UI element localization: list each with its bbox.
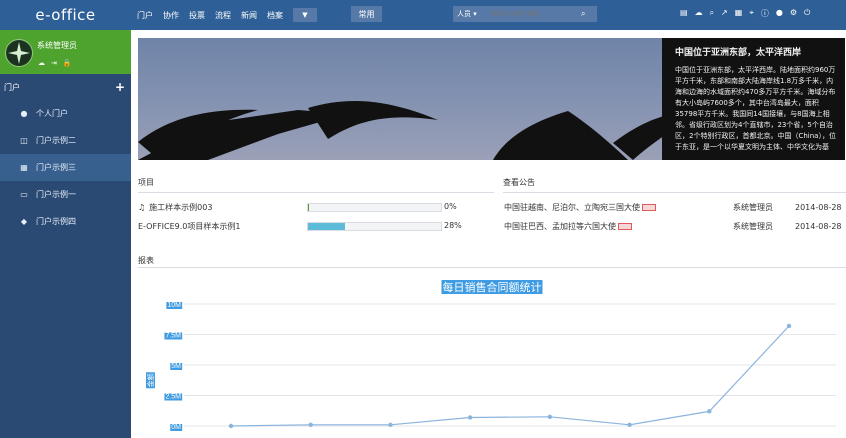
logo: e-office	[0, 0, 131, 30]
chart-title: 每日销售合同额统计	[443, 280, 542, 294]
add-icon[interactable]: +	[115, 80, 125, 94]
project-name: 施工样本示例003	[149, 202, 213, 212]
top-navigation-bar: 门户 协作 投票 流程 新闻 档案 ▼ 常用 人员 ▾ ⌕ ▤ ☁ ⌕ ↗ ▦ …	[131, 0, 846, 30]
data-point[interactable]	[228, 423, 234, 429]
monitor-icon: ▭	[20, 190, 28, 199]
menu-item-collaboration[interactable]: 协作	[163, 10, 179, 21]
notice-title: 中国驻巴西、孟加拉等六国大使	[504, 221, 616, 231]
sales-series-line	[230, 325, 790, 427]
new-badge-icon	[618, 222, 632, 230]
sidebar-item-label: 门户示例二	[36, 136, 76, 145]
sidebar: e-office 系统管理员 ☁ ⇥ 🔒 门户 + ● 个人门户 ◫ 门户示例二…	[0, 0, 131, 438]
notice-title: 中国驻越南、尼泊尔、立陶宛三国大使	[504, 202, 640, 212]
logout-icon[interactable]: ⇥	[51, 59, 57, 67]
search-box: 人员 ▾ ⌕	[453, 6, 597, 22]
menu-item-voting[interactable]: 投票	[189, 10, 205, 21]
y-tick-label: 7.5M	[165, 333, 181, 340]
top-menu: 门户 协作 投票 流程 新闻 档案 ▼	[137, 0, 317, 30]
notice-date: 2014-08-28	[795, 221, 842, 231]
banner[interactable]: 中国位于亚洲东部，太平洋西岸 中国位于亚洲东部，太平洋西岸。陆地面积约960万平…	[138, 38, 845, 160]
usual-button[interactable]: 常用	[351, 6, 382, 22]
bell-icon: ♫	[138, 202, 146, 212]
y-tick-label: 0M	[171, 424, 181, 431]
user-panel: 系统管理员 ☁ ⇥ 🔒	[0, 30, 131, 74]
search-input[interactable]	[491, 7, 581, 21]
sales-line-chart: 每日销售合同额统计 0M 2.5M 5M 7.5M 10M 金额	[146, 280, 836, 431]
notice-row[interactable]: 中国驻越南、尼泊尔、立陶宛三国大使 系统管理员 2014-08-28	[504, 199, 846, 215]
sidebar-item-personal-portal[interactable]: ● 个人门户	[0, 100, 131, 127]
projects-divider	[138, 192, 494, 193]
user-icons: ☁ ⇥ 🔒	[38, 59, 72, 67]
data-point[interactable]	[627, 422, 632, 427]
menu-item-portal[interactable]: 门户	[137, 10, 153, 21]
new-badge-icon	[642, 203, 656, 211]
settings-icon[interactable]: ⚙	[790, 8, 797, 19]
search-tool-icon[interactable]: ⌕	[710, 8, 714, 19]
notice-author: 系统管理员	[733, 221, 773, 231]
sidebar-item-portal-example-2[interactable]: ◫ 门户示例二	[0, 127, 131, 154]
avatar[interactable]	[5, 39, 33, 67]
portal-section-label: 门户	[4, 82, 20, 92]
data-point[interactable]	[786, 323, 792, 329]
power-icon[interactable]: ⏻	[804, 8, 810, 19]
calendar-icon[interactable]: ▦	[735, 8, 743, 19]
chevron-down-icon: ▼	[302, 11, 308, 19]
user-icon[interactable]: ●	[776, 8, 783, 19]
y-tick-label: 5M	[171, 363, 181, 370]
notices-divider	[503, 192, 846, 193]
y-axis-label: 金额	[146, 373, 155, 387]
more-menu-dropdown[interactable]: ▼	[293, 8, 317, 22]
document-icon[interactable]: ▤	[680, 8, 688, 19]
lock-icon[interactable]: 🔒	[63, 59, 72, 67]
data-point[interactable]	[547, 414, 553, 420]
data-point[interactable]	[707, 409, 712, 414]
portal-section-header: 门户 +	[0, 74, 131, 100]
user-name: 系统管理员	[37, 41, 77, 50]
project-name: E-OFFICE9.0项目样本示例1	[138, 221, 241, 231]
notice-author: 系统管理员	[733, 202, 773, 212]
project-percent: 28%	[444, 221, 462, 230]
data-point[interactable]	[467, 415, 473, 420]
sidebar-item-portal-example-3[interactable]: ▦ 门户示例三	[0, 154, 131, 181]
sidebar-item-portal-example-1[interactable]: ▭ 门户示例一	[0, 181, 131, 208]
notice-date: 2014-08-28	[795, 202, 842, 212]
cube-icon: ◆	[20, 217, 28, 226]
notice-row[interactable]: 中国驻巴西、孟加拉等六国大使 系统管理员 2014-08-28	[504, 218, 846, 234]
person-icon: ●	[20, 109, 28, 118]
menu-item-news[interactable]: 新闻	[241, 10, 257, 21]
progress-fill	[308, 204, 310, 211]
search-icon[interactable]: ⌕	[581, 9, 585, 19]
banner-body: 中国位于亚洲东部，太平洋西岸。陆地面积约960万平方千米，东部和南部大陆海岸线1…	[675, 66, 836, 151]
cloud-sync-icon[interactable]: ☁	[695, 8, 703, 19]
sidebar-item-label: 门户示例四	[36, 217, 76, 226]
app-window: e-office 系统管理员 ☁ ⇥ 🔒 门户 + ● 个人门户 ◫ 门户示例二…	[0, 0, 846, 438]
sidebar-item-portal-example-4[interactable]: ◆ 门户示例四	[0, 208, 131, 235]
sidebar-item-label: 门户示例三	[36, 163, 76, 172]
project-progress-bar	[307, 222, 442, 231]
search-type-select[interactable]: 人员 ▾	[453, 9, 491, 19]
cloud-icon[interactable]: ☁	[38, 59, 45, 67]
menu-item-workflow[interactable]: 流程	[215, 10, 231, 21]
banner-title: 中国位于亚洲东部，太平洋西岸	[675, 48, 802, 58]
grid-icon: ▦	[20, 163, 28, 172]
menu-item-archive[interactable]: 档案	[267, 10, 283, 21]
project-percent: 0%	[444, 202, 457, 211]
report-title: 报表	[138, 256, 154, 265]
toolbar-icons: ▤ ☁ ⌕ ↗ ▦ ⌖ ⓘ ● ⚙ ⏻	[680, 8, 810, 19]
location-icon[interactable]: ⌖	[749, 8, 754, 19]
y-tick-label: 2.5M	[165, 394, 181, 401]
info-icon[interactable]: ⓘ	[761, 8, 769, 19]
data-point[interactable]	[388, 422, 393, 427]
projects-title: 项目	[138, 178, 154, 187]
sidebar-item-label: 个人门户	[36, 109, 68, 118]
external-link-icon[interactable]: ↗	[721, 8, 728, 19]
y-tick-label: 10M	[167, 302, 181, 309]
progress-fill	[308, 223, 346, 230]
window-icon: ◫	[20, 136, 28, 145]
notices-title: 查看公告	[503, 178, 535, 187]
project-progress-bar	[307, 203, 442, 212]
data-point[interactable]	[308, 422, 313, 427]
sidebar-item-label: 门户示例一	[36, 190, 76, 199]
banner-caption: 中国位于亚洲东部，太平洋西岸 中国位于亚洲东部，太平洋西岸。陆地面积约960万平…	[662, 38, 845, 160]
